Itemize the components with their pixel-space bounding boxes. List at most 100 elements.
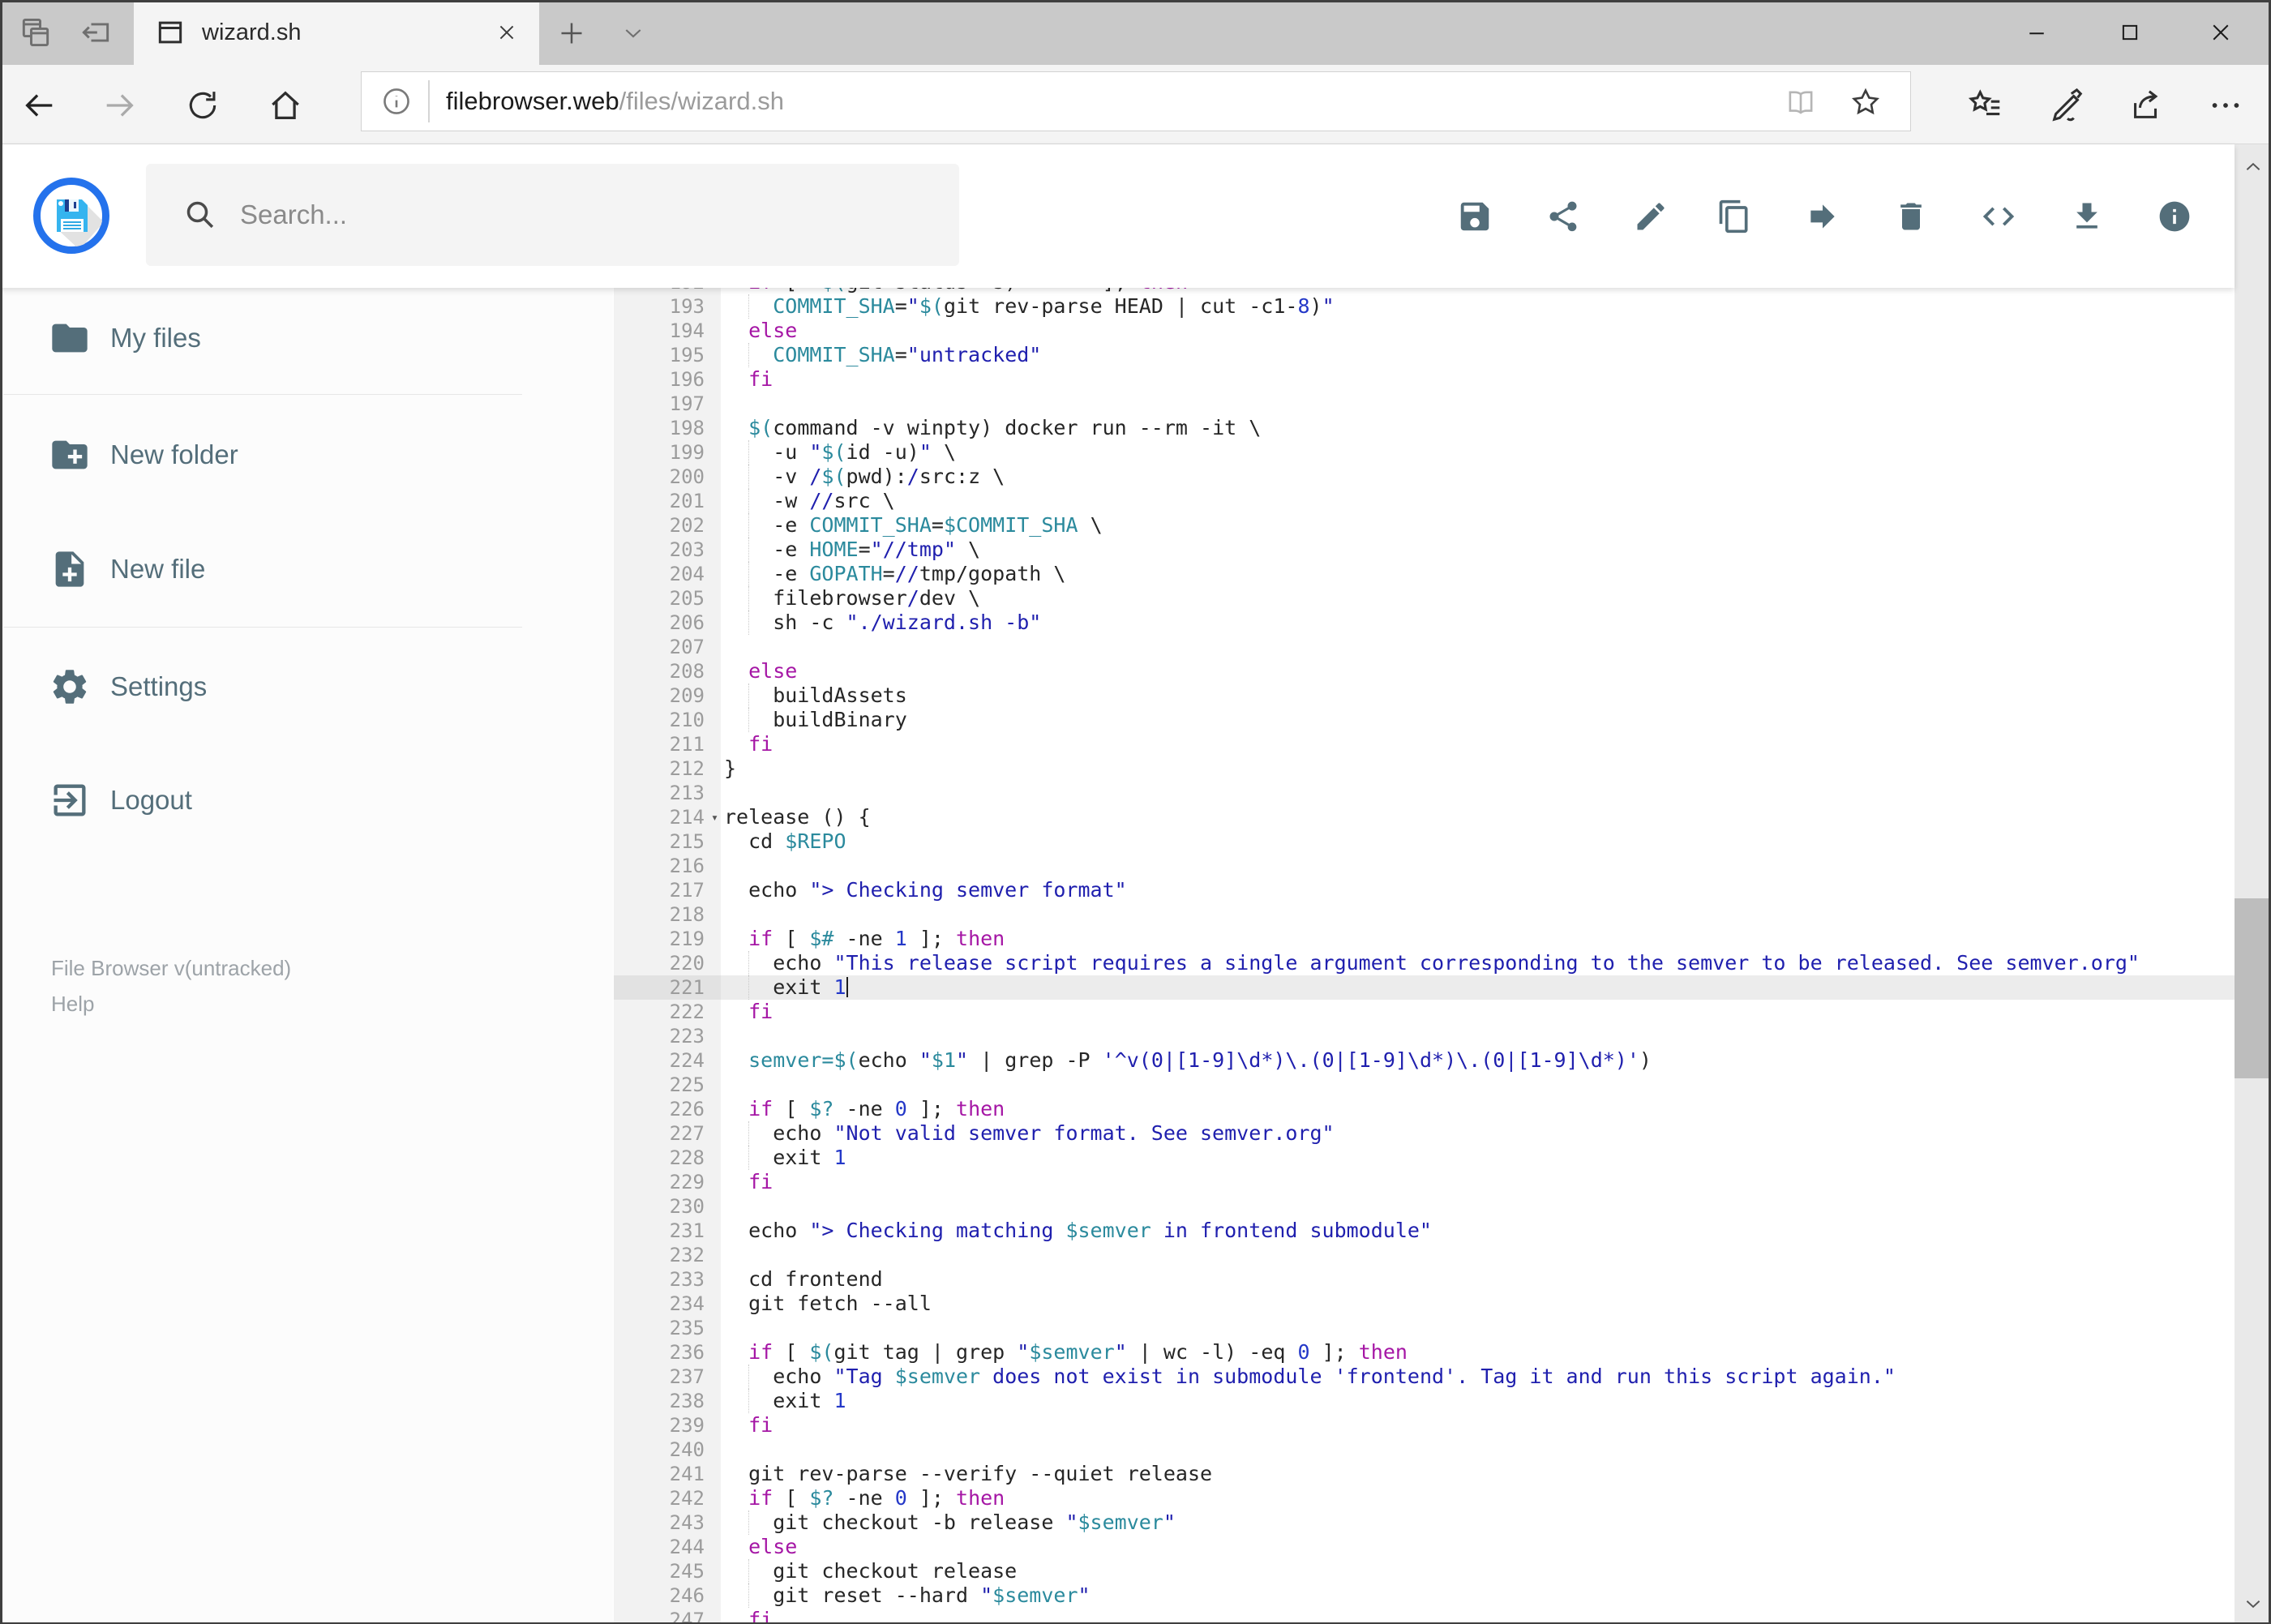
- code-line[interactable]: git reset --hard "$semver": [721, 1583, 2235, 1608]
- code-line[interactable]: if [ $? -ne 0 ]; then: [721, 1486, 2235, 1510]
- code-line[interactable]: if [ $(git tag | grep "$semver" | wc -l)…: [721, 1340, 2235, 1365]
- sidebar-item-settings[interactable]: Settings: [0, 646, 613, 727]
- code-line[interactable]: exit 1: [721, 1146, 2235, 1170]
- code-line[interactable]: [721, 1243, 2235, 1267]
- info-button[interactable]: [2151, 193, 2198, 240]
- reading-view-button[interactable]: [1782, 84, 1819, 121]
- refresh-button[interactable]: [180, 83, 225, 128]
- code-line[interactable]: [721, 635, 2235, 659]
- code-line[interactable]: echo "Tag $semver does not exist in subm…: [721, 1365, 2235, 1389]
- code-line[interactable]: $(command -v winpty) docker run --rm -it…: [721, 416, 2235, 440]
- share-button[interactable]: [2123, 83, 2169, 128]
- code-line[interactable]: [721, 1438, 2235, 1462]
- code-line[interactable]: echo "Not valid semver format. See semve…: [721, 1121, 2235, 1146]
- scrollbar[interactable]: [2235, 144, 2271, 1624]
- help-link[interactable]: Help: [51, 986, 291, 1022]
- code-line[interactable]: echo "> Checking matching $semver in fro…: [721, 1219, 2235, 1243]
- code-line[interactable]: fi: [721, 732, 2235, 756]
- close-window-button[interactable]: [2175, 0, 2266, 65]
- sidebar-item-my-files[interactable]: My files: [0, 298, 613, 379]
- sidebar-item-logout[interactable]: Logout: [0, 760, 613, 841]
- code-line[interactable]: git checkout -b release "$semver": [721, 1510, 2235, 1535]
- more-menu-button[interactable]: [2203, 83, 2248, 128]
- code-line[interactable]: cd $REPO: [721, 829, 2235, 854]
- search-bar[interactable]: [146, 164, 959, 266]
- site-info-icon[interactable]: [379, 84, 413, 118]
- sidebar-item-new-file[interactable]: New file: [0, 529, 613, 610]
- tab-preview-button[interactable]: [15, 11, 57, 54]
- code-line[interactable]: buildBinary: [721, 708, 2235, 732]
- code-line[interactable]: fi: [721, 1608, 2235, 1624]
- code-line[interactable]: else: [721, 659, 2235, 683]
- share-file-button[interactable]: [1540, 193, 1587, 240]
- code-line[interactable]: COMMIT_SHA="untracked": [721, 343, 2235, 367]
- code-line[interactable]: else: [721, 319, 2235, 343]
- code-line[interactable]: git rev-parse --verify --quiet release: [721, 1462, 2235, 1486]
- code-line[interactable]: fi: [721, 1413, 2235, 1438]
- code-editor[interactable]: 192 if [ "$(git status -s)" = "" ]; then…: [614, 288, 2235, 1624]
- code-line[interactable]: -u "$(id -u)" \: [721, 440, 2235, 465]
- scrollbar-thumb[interactable]: [2235, 898, 2271, 1078]
- code-line[interactable]: exit 1: [721, 1389, 2235, 1413]
- filebrowser-logo[interactable]: [32, 177, 110, 255]
- move-button[interactable]: [1799, 193, 1846, 240]
- maximize-button[interactable]: [2085, 0, 2175, 65]
- code-line[interactable]: if [ $? -ne 0 ]; then: [721, 1097, 2235, 1121]
- code-line[interactable]: semver=$(echo "$1" | grep -P '^v(0|[1-9]…: [721, 1048, 2235, 1073]
- code-line[interactable]: release () {: [721, 805, 2235, 829]
- set-tabs-aside-button[interactable]: [75, 11, 117, 54]
- code-line[interactable]: [721, 781, 2235, 805]
- code-view-button[interactable]: [1975, 193, 2022, 240]
- code-line[interactable]: [721, 1194, 2235, 1219]
- tab-close-button[interactable]: [492, 18, 521, 47]
- web-note-button[interactable]: [2044, 83, 2089, 128]
- code-line[interactable]: cd frontend: [721, 1267, 2235, 1292]
- code-line[interactable]: [721, 1024, 2235, 1048]
- sidebar-item-new-folder[interactable]: New folder: [0, 414, 613, 495]
- code-line[interactable]: -w //src \: [721, 489, 2235, 513]
- fold-toggle-icon[interactable]: ▾: [711, 805, 718, 829]
- url-bar[interactable]: filebrowser.web/files/wizard.sh: [361, 71, 1911, 131]
- code-line[interactable]: filebrowser/dev \: [721, 586, 2235, 611]
- home-button[interactable]: [263, 83, 308, 128]
- hub-button[interactable]: [1963, 83, 2008, 128]
- code-line[interactable]: if [ $# -ne 1 ]; then: [721, 927, 2235, 951]
- code-line[interactable]: git checkout release: [721, 1559, 2235, 1583]
- scroll-up-button[interactable]: [2235, 148, 2271, 185]
- code-line[interactable]: if [ "$(git status -s)" = "" ]; then: [721, 288, 2235, 294]
- code-line[interactable]: }: [721, 756, 2235, 781]
- code-line[interactable]: [721, 854, 2235, 878]
- back-button[interactable]: [16, 83, 62, 128]
- rename-button[interactable]: [1627, 193, 1674, 240]
- code-line[interactable]: COMMIT_SHA="$(git rev-parse HEAD | cut -…: [721, 294, 2235, 319]
- add-favorite-button[interactable]: [1847, 84, 1884, 121]
- download-button[interactable]: [2063, 193, 2110, 240]
- delete-button[interactable]: [1888, 193, 1935, 240]
- minimize-button[interactable]: [1991, 0, 2082, 65]
- code-line[interactable]: [721, 392, 2235, 416]
- code-line[interactable]: else: [721, 1535, 2235, 1559]
- code-line[interactable]: [721, 902, 2235, 927]
- scroll-down-button[interactable]: [2235, 1585, 2271, 1622]
- code-line[interactable]: [721, 1073, 2235, 1097]
- code-line[interactable]: -e COMMIT_SHA=$COMMIT_SHA \: [721, 513, 2235, 538]
- search-input[interactable]: [238, 199, 903, 231]
- code-line[interactable]: git fetch --all: [721, 1292, 2235, 1316]
- forward-button[interactable]: [97, 83, 143, 128]
- code-line[interactable]: -v /$(pwd):/src:z \: [721, 465, 2235, 489]
- code-line[interactable]: fi: [721, 1000, 2235, 1024]
- code-line[interactable]: sh -c "./wizard.sh -b": [721, 611, 2235, 635]
- tab-preview-toggle[interactable]: [615, 16, 652, 50]
- save-button[interactable]: [1451, 193, 1498, 240]
- new-tab-button[interactable]: [553, 15, 590, 52]
- code-line[interactable]: echo "This release script requires a sin…: [721, 951, 2235, 975]
- code-line[interactable]: -e HOME="//tmp" \: [721, 538, 2235, 562]
- code-line[interactable]: fi: [721, 367, 2235, 392]
- code-line[interactable]: echo "> Checking semver format": [721, 878, 2235, 902]
- code-line[interactable]: [721, 1316, 2235, 1340]
- browser-tab[interactable]: wizard.sh: [134, 0, 539, 65]
- code-line[interactable]: buildAssets: [721, 683, 2235, 708]
- code-line[interactable]: exit 1: [721, 975, 2235, 1000]
- code-line[interactable]: fi: [721, 1170, 2235, 1194]
- copy-button[interactable]: [1711, 193, 1758, 240]
